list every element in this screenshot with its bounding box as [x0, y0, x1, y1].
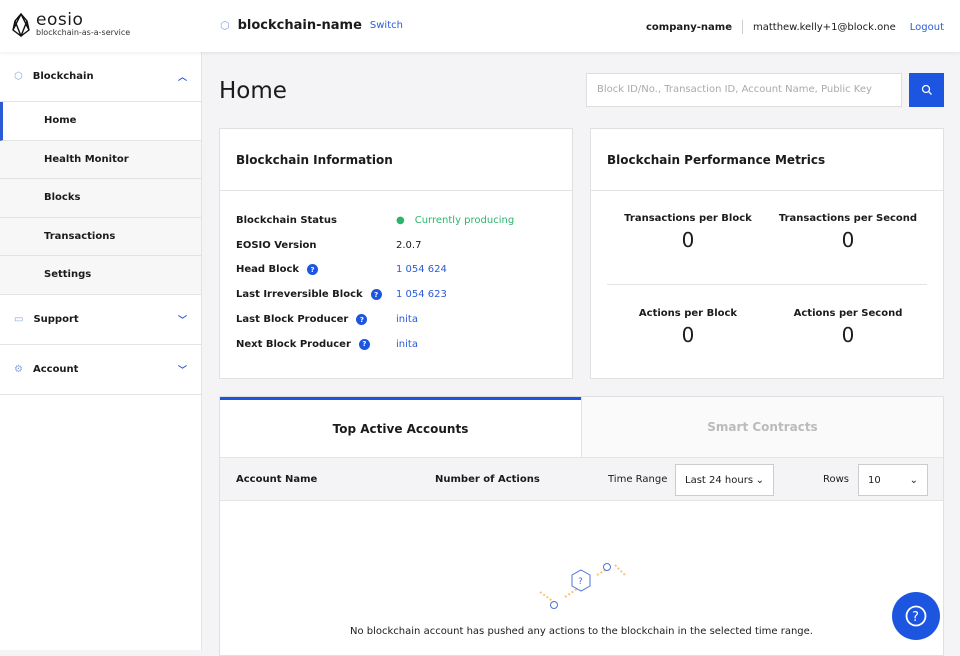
label: EOSIO Version — [236, 239, 317, 251]
logout-link[interactable]: Logout — [910, 22, 944, 33]
card-title: Blockchain Information — [220, 129, 572, 191]
sidebar-section-blockchain[interactable]: ⬡ Blockchain ︿ — [0, 52, 201, 102]
label: Last Irreversible Block — [236, 289, 363, 301]
question-mark: ? — [578, 577, 583, 587]
metric-tx-per-block: Transactions per Block 0 — [603, 213, 773, 252]
eosio-logo[interactable]: eosio blockchain-as-a-service — [12, 12, 130, 37]
empty-state-message: No blockchain account has pushed any act… — [350, 626, 813, 637]
switch-link[interactable]: Switch — [370, 20, 403, 31]
metric-value: 0 — [841, 323, 855, 347]
lib-link[interactable]: 1 054 623 — [396, 289, 447, 300]
rows-label: Rows — [823, 474, 850, 485]
metric-label: Transactions per Block — [624, 213, 752, 224]
label: Blockchain Status — [236, 214, 337, 226]
rows-select[interactable]: 10 ⌄ — [858, 464, 928, 496]
chevron-down-icon: ﹀ — [177, 315, 187, 326]
table-header: Account Name Number of Actions Time Rang… — [220, 457, 943, 501]
divider — [741, 20, 743, 34]
chat-icon: ▭ — [14, 313, 24, 325]
gear-icon: ⚙ — [14, 363, 23, 375]
section-label: Support — [33, 313, 79, 325]
sidebar-section-account[interactable]: ⚙ Account ﹀ — [0, 345, 201, 395]
sidebar-section-support[interactable]: ▭ Support ﹀ — [0, 295, 201, 345]
search-icon — [921, 84, 932, 95]
info-row-lib: Last Irreversible Block? 1 054 623 — [236, 282, 556, 307]
help-icon[interactable]: ? — [356, 314, 368, 326]
head-block-link[interactable]: 1 054 624 — [396, 264, 447, 275]
info-row-last-producer: Last Block Producer? inita — [236, 307, 556, 332]
next-producer-link[interactable]: inita — [396, 339, 418, 350]
performance-metrics-card: Blockchain Performance Metrics Transacti… — [590, 128, 944, 379]
version-value: 2.0.7 — [396, 239, 422, 251]
chevron-down-icon: ⌄ — [755, 474, 764, 486]
top-bar: eosio blockchain-as-a-service ⬡ blockchai… — [0, 0, 960, 52]
tab-top-active-accounts[interactable]: Top Active Accounts — [220, 397, 581, 457]
column-account-name: Account Name — [236, 474, 318, 485]
status-value: Currently producing — [414, 214, 515, 226]
info-row-version: EOSIO Version 2.0.7 — [236, 233, 556, 258]
logo-subtitle: blockchain-as-a-service — [36, 28, 131, 37]
section-label: Blockchain — [32, 71, 94, 82]
metric-label: Actions per Second — [793, 308, 903, 319]
info-row-status: Blockchain Status ● Currently producing — [236, 208, 556, 233]
blockchain-info-card: Blockchain Information Blockchain Status… — [219, 128, 573, 379]
user-email: matthew.kelly+1@block.one — [752, 21, 896, 33]
chevron-down-icon: ﹀ — [177, 365, 187, 376]
eosio-logo-icon — [12, 12, 30, 37]
label: Last Block Producer — [236, 314, 349, 326]
sidebar-item-settings[interactable]: Settings — [0, 256, 201, 295]
sidebar-item-transactions[interactable]: Transactions — [0, 217, 201, 256]
metric-value: 0 — [681, 323, 695, 347]
metric-value: 0 — [841, 228, 855, 252]
sidebar-item-health-monitor[interactable]: Health Monitor — [0, 140, 201, 179]
metric-value: 0 — [681, 228, 695, 252]
search-button[interactable] — [909, 73, 944, 107]
sidebar: ⬡ Blockchain ︿ Home Health Monitor Blocks … — [0, 52, 202, 650]
page-title: Home — [219, 78, 287, 104]
cube-icon: ⬡ — [220, 19, 230, 32]
metric-label: Actions per Block — [638, 308, 738, 319]
status-dot-icon: ● — [396, 214, 405, 226]
label: Next Block Producer — [236, 338, 351, 350]
info-row-next-producer: Next Block Producer? inita — [236, 332, 556, 357]
info-row-head-block: Head Block? 1 054 624 — [236, 258, 556, 283]
cube-icon: ⬡ — [14, 71, 23, 82]
help-icon[interactable]: ? — [358, 338, 370, 350]
company-name: company-name — [646, 21, 732, 33]
logo-text: eosio — [36, 10, 84, 30]
selected-value: 10 — [868, 474, 881, 486]
blockchain-name: blockchain-name — [237, 18, 362, 33]
selected-value: Last 24 hours — [685, 474, 754, 486]
metric-label: Transactions per Second — [778, 213, 918, 224]
label: Head Block — [236, 264, 300, 276]
help-button[interactable]: ? — [892, 592, 940, 640]
divider — [607, 284, 927, 285]
card-title: Blockchain Performance Metrics — [591, 129, 943, 191]
accounts-panel: Top Active Accounts Smart Contracts Acco… — [219, 396, 944, 656]
chevron-up-icon: ︿ — [177, 73, 187, 83]
metric-tx-per-second: Transactions per Second 0 — [763, 213, 933, 252]
sidebar-item-home[interactable]: Home — [0, 102, 201, 141]
help-icon[interactable]: ? — [370, 289, 382, 301]
last-producer-link[interactable]: inita — [396, 314, 418, 325]
chevron-down-icon: ⌄ — [909, 474, 918, 486]
section-label: Account — [32, 363, 79, 375]
svg-text:?: ? — [912, 610, 919, 625]
question-circle-icon: ? — [905, 605, 927, 627]
time-range-label: Time Range — [608, 474, 668, 485]
empty-state-illustration-icon: ? — [539, 563, 626, 609]
help-icon[interactable]: ? — [307, 264, 319, 276]
metric-actions-per-second: Actions per Second 0 — [763, 308, 933, 347]
metric-actions-per-block: Actions per Block 0 — [603, 308, 773, 347]
sidebar-item-blocks[interactable]: Blocks — [0, 179, 201, 218]
time-range-select[interactable]: Last 24 hours ⌄ — [675, 464, 774, 496]
tab-smart-contracts[interactable]: Smart Contracts — [581, 397, 943, 457]
column-number-of-actions: Number of Actions — [435, 474, 540, 485]
search-input[interactable]: Block ID/No., Transaction ID, Account Na… — [586, 73, 902, 107]
